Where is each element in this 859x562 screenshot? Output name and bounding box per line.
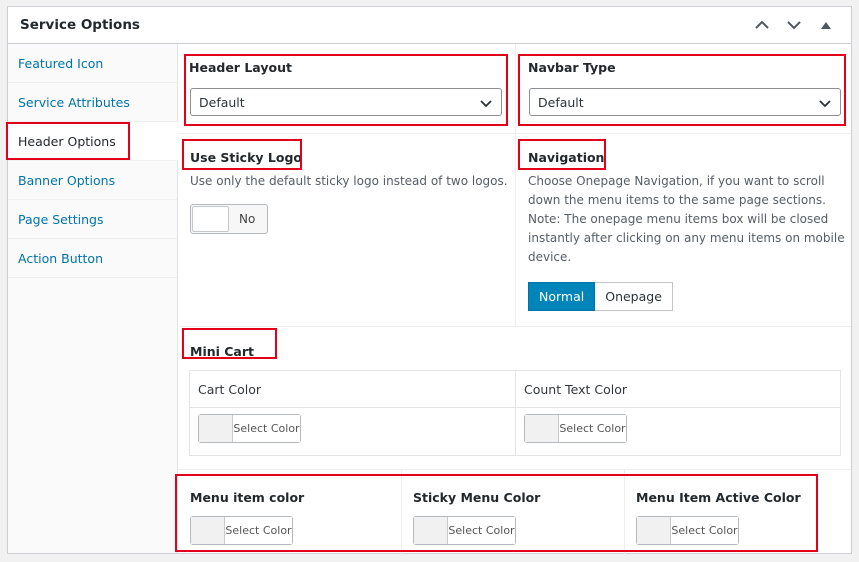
sticky-logo-label: Use Sticky Logo <box>190 150 302 165</box>
options-sidebar: Featured Icon Service Attributes Header … <box>8 44 178 553</box>
navbar-type-field: Navbar Type Default <box>516 44 851 133</box>
toggle-knob <box>192 206 229 232</box>
navigation-description-line: Choose Onepage Navigation, if you want t… <box>528 174 825 188</box>
sidebar-item-label: Header Options <box>18 133 116 149</box>
select-color-label: Select Color <box>671 517 738 544</box>
navigation-description-line: instantly after clicking on any menu ite… <box>528 231 845 245</box>
header-layout-field: Header Layout Default <box>179 44 516 133</box>
row-mini-cart: Mini Cart Cart Color Select Color Count … <box>179 327 851 469</box>
row-menu-colors: Menu item color Select Color Sticky Menu… <box>179 469 851 555</box>
color-swatch <box>414 517 448 544</box>
sidebar-item-service-attributes[interactable]: Service Attributes <box>8 83 177 122</box>
color-swatch <box>637 517 671 544</box>
move-down-icon[interactable] <box>781 12 807 38</box>
mini-cart-table: Cart Color Select Color Count Text Color… <box>189 370 841 456</box>
sidebar-item-label: Featured Icon <box>18 55 104 71</box>
sticky-menu-color-field: Sticky Menu Color Select Color <box>402 470 625 555</box>
menu-item-color-label: Menu item color <box>190 490 305 505</box>
sidebar-item-label: Service Attributes <box>18 94 130 110</box>
sticky-logo-toggle[interactable]: No <box>190 204 268 234</box>
options-content: Header Layout Default Navbar Type Defaul… <box>179 44 851 555</box>
navigation-normal-button[interactable]: Normal <box>528 282 596 311</box>
count-text-color-label: Count Text Color <box>516 371 840 408</box>
header-layout-select[interactable]: Default <box>190 88 502 116</box>
menu-item-active-color-label: Menu Item Active Color <box>636 490 801 505</box>
move-up-icon[interactable] <box>749 12 775 38</box>
color-swatch <box>525 415 559 442</box>
row-logo-nav: Use Sticky Logo Use only the default sti… <box>179 134 851 327</box>
count-text-color-column: Count Text Color Select Color <box>516 371 840 455</box>
navbar-type-select[interactable]: Default <box>529 88 841 116</box>
sidebar-item-header-options[interactable]: Header Options <box>8 122 178 161</box>
sidebar-item-label: Banner Options <box>18 172 116 188</box>
navigation-description-line: down the menu items to the same page sec… <box>528 193 826 207</box>
menu-item-color-picker[interactable]: Select Color <box>190 516 293 545</box>
navigation-button-group: Normal Onepage <box>528 282 673 311</box>
navigation-description-line: Note: The onepage menu items box will be… <box>528 212 829 226</box>
sticky-menu-color-label: Sticky Menu Color <box>413 490 541 505</box>
sidebar-item-action-button[interactable]: Action Button <box>8 239 177 278</box>
select-color-label: Select Color <box>448 517 515 544</box>
navbar-type-value: Default <box>538 94 584 110</box>
box-header: Service Options <box>8 7 851 44</box>
sidebar-item-label: Page Settings <box>18 211 104 227</box>
navigation-label: Navigation <box>528 150 605 165</box>
sidebar-item-label: Action Button <box>18 250 103 266</box>
sidebar-item-featured-icon[interactable]: Featured Icon <box>8 44 177 83</box>
chevron-down-icon <box>480 100 492 108</box>
sticky-logo-field: Use Sticky Logo Use only the default sti… <box>179 134 516 326</box>
menu-item-color-field: Menu item color Select Color <box>179 470 402 555</box>
box-title: Service Options <box>20 17 140 33</box>
select-color-label: Select Color <box>559 415 626 442</box>
navigation-onepage-button[interactable]: Onepage <box>595 282 673 311</box>
header-layout-value: Default <box>199 94 245 110</box>
menu-item-active-color-picker[interactable]: Select Color <box>636 516 739 545</box>
navbar-type-label: Navbar Type <box>528 60 616 75</box>
row-layout: Header Layout Default Navbar Type Defaul… <box>179 44 851 134</box>
cart-color-column: Cart Color Select Color <box>190 371 516 455</box>
color-swatch <box>191 517 225 544</box>
box-inside: Featured Icon Service Attributes Header … <box>8 44 851 555</box>
color-swatch <box>199 415 233 442</box>
chevron-down-icon <box>819 100 831 108</box>
sticky-menu-color-picker[interactable]: Select Color <box>413 516 516 545</box>
sticky-logo-description: Use only the default sticky logo instead… <box>190 174 508 188</box>
mini-cart-label: Mini Cart <box>190 344 255 359</box>
cart-color-label: Cart Color <box>190 371 515 408</box>
header-layout-label: Header Layout <box>189 60 292 75</box>
navigation-description: Choose Onepage Navigation, if you want t… <box>528 172 848 267</box>
count-text-color-picker[interactable]: Select Color <box>524 414 627 443</box>
navigation-description-line: device. <box>528 250 572 264</box>
box-handle-actions <box>749 12 839 38</box>
service-options-box: Service Options Featured Icon Service At… <box>7 6 852 555</box>
menu-item-active-color-field: Menu Item Active Color Select Color <box>625 470 851 555</box>
collapse-toggle-icon[interactable] <box>813 12 839 38</box>
navigation-field: Navigation Choose Onepage Navigation, if… <box>516 134 851 326</box>
sidebar-item-banner-options[interactable]: Banner Options <box>8 161 177 200</box>
select-color-label: Select Color <box>233 415 300 442</box>
toggle-text: No <box>239 212 256 226</box>
cart-color-picker[interactable]: Select Color <box>198 414 301 443</box>
sidebar-item-page-settings[interactable]: Page Settings <box>8 200 177 239</box>
select-color-label: Select Color <box>225 517 292 544</box>
